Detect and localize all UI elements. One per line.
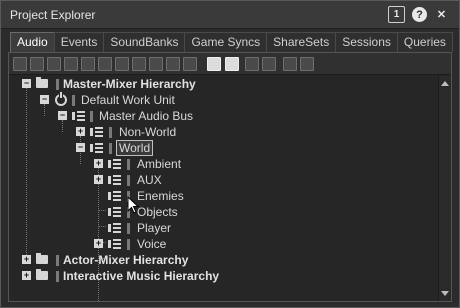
blend-container-icon[interactable]: [149, 57, 163, 71]
color-bar: [127, 159, 130, 170]
tree-item-label: Voice: [137, 237, 167, 251]
tab-queries[interactable]: Queries: [396, 32, 453, 52]
help-button[interactable]: ?: [412, 7, 427, 22]
grid-icon[interactable]: [283, 57, 297, 71]
expand-icon[interactable]: [300, 57, 314, 71]
tab-audio[interactable]: Audio: [10, 32, 55, 52]
tab-sharesets[interactable]: ShareSets: [266, 32, 337, 52]
audio-panel: − Master-Mixer Hierarchy − Default Work …: [8, 52, 452, 302]
window-title: Project Explorer: [10, 8, 96, 22]
tree-item-label: Non-World: [119, 125, 177, 139]
tree-item-actor-mixer[interactable]: + Actor-Mixer Hierarchy: [9, 252, 429, 268]
scroll-up-icon[interactable]: [441, 81, 449, 86]
close-button[interactable]: ✕: [433, 6, 450, 23]
tree-item-default-work-unit[interactable]: − Default Work Unit: [9, 92, 429, 108]
new-folder-icon[interactable]: [47, 57, 61, 71]
audio-bus-icon: [72, 111, 85, 121]
audio-bus-icon: [90, 127, 103, 137]
audio-bus-icon: [108, 207, 121, 217]
tree-item-label: Master-Mixer Hierarchy: [63, 77, 196, 91]
hierarchy-tree: − Master-Mixer Hierarchy − Default Work …: [9, 76, 437, 301]
project-explorer-window: Project Explorer 1 ? ✕ Audio Events Soun…: [0, 0, 460, 308]
collapse-toggle[interactable]: −: [40, 95, 49, 104]
expand-toggle[interactable]: +: [94, 239, 103, 248]
audio-bus-icon: [108, 191, 121, 201]
work-unit-icon: [55, 92, 67, 106]
scroll-down-icon[interactable]: [441, 291, 449, 296]
tree-item-label: Interactive Music Hierarchy: [63, 269, 220, 283]
color-bar: [127, 175, 130, 186]
color-bar: [127, 223, 130, 234]
tree-item-voice[interactable]: + Voice: [9, 236, 429, 252]
add-child-icon[interactable]: [64, 57, 78, 71]
copy-icon[interactable]: [207, 57, 221, 71]
aux-bus-icon[interactable]: [98, 57, 112, 71]
tree-item-enemies[interactable]: Enemies: [9, 188, 429, 204]
tab-soundbanks[interactable]: SoundBanks: [103, 32, 186, 52]
tree-item-label: AUX: [137, 173, 162, 187]
tree-item-label: Player: [137, 221, 172, 235]
bus-icon[interactable]: [81, 57, 95, 71]
expand-toggle[interactable]: +: [22, 255, 31, 264]
tree-item-player[interactable]: Player: [9, 220, 429, 236]
tree-item-label: Master Audio Bus: [99, 109, 194, 123]
cut-icon[interactable]: [183, 57, 197, 71]
expand-toggle[interactable]: +: [22, 271, 31, 280]
rename-icon[interactable]: [262, 57, 276, 71]
collapse-toggle[interactable]: −: [76, 143, 85, 152]
vertical-scrollbar[interactable]: [438, 76, 451, 301]
delete-icon[interactable]: [245, 57, 259, 71]
folder-icon[interactable]: [30, 57, 44, 71]
color-bar: [109, 143, 112, 154]
collapse-toggle[interactable]: −: [22, 79, 31, 88]
expand-toggle[interactable]: +: [94, 159, 103, 168]
tree-item-ambient[interactable]: + Ambient: [9, 156, 429, 172]
folder-icon: [36, 269, 48, 280]
tree-item-aux[interactable]: + AUX: [9, 172, 429, 188]
hierarchy-toolbar: [9, 53, 451, 75]
tree-item-label: Objects: [137, 205, 178, 219]
work-unit-icon[interactable]: [13, 57, 27, 71]
tree-item-label: Enemies: [137, 189, 184, 203]
switch-container-icon[interactable]: [132, 57, 146, 71]
tree-item-label: Ambient: [137, 157, 182, 171]
tree-item-label: Default Work Unit: [81, 93, 175, 107]
tab-bar: Audio Events SoundBanks Game Syncs Share…: [10, 32, 453, 52]
sound-icon[interactable]: [166, 57, 180, 71]
color-bar: [127, 239, 130, 250]
tree-item-world[interactable]: − World: [9, 140, 429, 156]
tree-item-master-audio-bus[interactable]: − Master Audio Bus: [9, 108, 429, 124]
paste-icon[interactable]: [225, 57, 239, 71]
expand-toggle[interactable]: +: [76, 127, 85, 136]
title-bar[interactable]: Project Explorer 1 ? ✕: [1, 1, 459, 29]
collapse-toggle[interactable]: −: [58, 111, 67, 120]
color-bar: [56, 271, 59, 282]
audio-bus-icon: [108, 175, 121, 185]
color-bar: [90, 111, 93, 122]
audio-bus-icon: [108, 239, 121, 249]
tab-sessions[interactable]: Sessions: [335, 32, 398, 52]
audio-bus-icon: [90, 143, 103, 153]
tree-item-objects[interactable]: Objects: [9, 204, 429, 220]
tree-item-non-world[interactable]: + Non-World: [9, 124, 429, 140]
color-bar: [56, 79, 59, 90]
color-bar: [56, 255, 59, 266]
folder-icon: [36, 253, 48, 264]
folder-icon: [36, 77, 48, 88]
color-bar: [72, 95, 75, 106]
tree-item-label: World: [116, 140, 154, 156]
color-bar: [109, 127, 112, 138]
audio-bus-icon: [108, 159, 121, 169]
tree-item-label: Actor-Mixer Hierarchy: [63, 253, 189, 267]
mouse-pointer-icon: [127, 196, 140, 214]
tab-events[interactable]: Events: [53, 32, 105, 52]
random-container-icon[interactable]: [115, 57, 129, 71]
layout-1-button[interactable]: 1: [388, 6, 405, 23]
tree-item-interactive-music[interactable]: + Interactive Music Hierarchy: [9, 268, 429, 284]
audio-bus-icon: [108, 223, 121, 233]
expand-toggle[interactable]: +: [94, 175, 103, 184]
tree-item-master-mixer[interactable]: − Master-Mixer Hierarchy: [9, 76, 429, 92]
tab-game-syncs[interactable]: Game Syncs: [184, 32, 268, 52]
